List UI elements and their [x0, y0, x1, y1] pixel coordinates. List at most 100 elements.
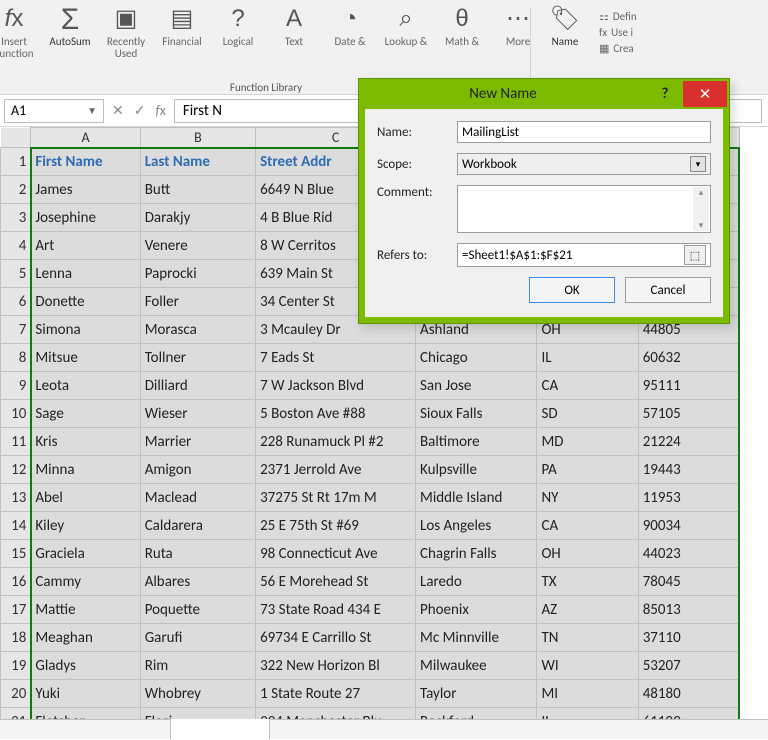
row-header[interactable]: 6: [1, 288, 31, 316]
cell[interactable]: Art: [31, 232, 140, 260]
cell[interactable]: 69734 E Carrillo St: [256, 624, 416, 652]
date-time-button[interactable]: ◔ Date &: [325, 4, 375, 48]
cell[interactable]: Rim: [140, 652, 255, 680]
cell[interactable]: 44023: [638, 540, 739, 568]
cell[interactable]: Chagrin Falls: [416, 540, 537, 568]
cell[interactable]: Taylor: [416, 680, 537, 708]
cell[interactable]: 53207: [638, 652, 739, 680]
cell[interactable]: Mattie: [31, 596, 140, 624]
refers-to-input[interactable]: =Sheet1!$A$1:$F$21: [462, 248, 680, 263]
row-header[interactable]: 13: [1, 484, 31, 512]
row-header[interactable]: 16: [1, 568, 31, 596]
cell[interactable]: Gladys: [31, 652, 140, 680]
row-header[interactable]: 9: [1, 372, 31, 400]
autosum-button[interactable]: Σ AutoSum: [45, 4, 95, 48]
cell[interactable]: 7 W Jackson Blvd: [256, 372, 416, 400]
cell[interactable]: Baltimore: [416, 428, 537, 456]
column-header[interactable]: A: [31, 128, 140, 148]
cell[interactable]: 60632: [638, 344, 739, 372]
create-from-selection-link[interactable]: ▦Crea: [599, 42, 637, 55]
cell[interactable]: 228 Runamuck Pl #2: [256, 428, 416, 456]
cell[interactable]: SD: [537, 400, 638, 428]
help-button[interactable]: ?: [647, 85, 683, 103]
column-header[interactable]: B: [140, 128, 255, 148]
cell[interactable]: Morasca: [140, 316, 255, 344]
row-header[interactable]: 15: [1, 540, 31, 568]
row-header[interactable]: 4: [1, 232, 31, 260]
cell[interactable]: Yuki: [31, 680, 140, 708]
cell[interactable]: NY: [537, 484, 638, 512]
cell[interactable]: Abel: [31, 484, 140, 512]
cell[interactable]: Whobrey: [140, 680, 255, 708]
cell[interactable]: Mc Minnville: [416, 624, 537, 652]
select-all-corner[interactable]: [1, 128, 31, 148]
cell[interactable]: MI: [537, 680, 638, 708]
cell[interactable]: Mitsue: [31, 344, 140, 372]
cell[interactable]: 5 Boston Ave #88: [256, 400, 416, 428]
cell[interactable]: Josephine: [31, 204, 140, 232]
cell[interactable]: CA: [537, 372, 638, 400]
sheet-tab[interactable]: [170, 719, 270, 739]
row-header[interactable]: 20: [1, 680, 31, 708]
dialog-titlebar[interactable]: New Name ? ✕: [359, 79, 729, 109]
row-header[interactable]: 19: [1, 652, 31, 680]
cell[interactable]: Darakjy: [140, 204, 255, 232]
cell[interactable]: 78045: [638, 568, 739, 596]
cell[interactable]: Sage: [31, 400, 140, 428]
cell[interactable]: James: [31, 176, 140, 204]
cell[interactable]: 56 E Morehead St: [256, 568, 416, 596]
define-name-link[interactable]: ⚏Defin: [599, 10, 637, 23]
cell[interactable]: 1 State Route 27: [256, 680, 416, 708]
cell[interactable]: Wieser: [140, 400, 255, 428]
row-header[interactable]: 3: [1, 204, 31, 232]
cell[interactable]: Dilliard: [140, 372, 255, 400]
chevron-down-icon[interactable]: ▼: [87, 104, 97, 117]
cell[interactable]: 322 New Horizon Bl: [256, 652, 416, 680]
fx-icon[interactable]: fx: [155, 102, 165, 119]
cell[interactable]: Graciela: [31, 540, 140, 568]
row-header[interactable]: 12: [1, 456, 31, 484]
recently-used-button[interactable]: ▣ Recently Used: [101, 4, 151, 60]
cell[interactable]: OH: [537, 540, 638, 568]
cell[interactable]: 73 State Road 434 E: [256, 596, 416, 624]
financial-button[interactable]: ▤ Financial: [157, 4, 207, 48]
scope-select[interactable]: Workbook ▾: [457, 153, 711, 175]
row-header[interactable]: 11: [1, 428, 31, 456]
range-picker-icon[interactable]: ⬚: [684, 245, 706, 265]
cell[interactable]: Chicago: [416, 344, 537, 372]
cell[interactable]: WI: [537, 652, 638, 680]
chevron-down-icon[interactable]: ▾: [690, 156, 706, 172]
cell[interactable]: 19443: [638, 456, 739, 484]
cell[interactable]: CA: [537, 512, 638, 540]
cell[interactable]: Butt: [140, 176, 255, 204]
row-header[interactable]: 2: [1, 176, 31, 204]
cell[interactable]: San Jose: [416, 372, 537, 400]
cell[interactable]: Sioux Falls: [416, 400, 537, 428]
cell[interactable]: Ruta: [140, 540, 255, 568]
name-input[interactable]: [457, 121, 711, 143]
cell[interactable]: Kris: [31, 428, 140, 456]
cell[interactable]: Kiley: [31, 512, 140, 540]
cell[interactable]: Meaghan: [31, 624, 140, 652]
cell[interactable]: 90034: [638, 512, 739, 540]
cell[interactable]: TX: [537, 568, 638, 596]
cell[interactable]: Poquette: [140, 596, 255, 624]
cell[interactable]: 98 Connecticut Ave: [256, 540, 416, 568]
cell[interactable]: Last Name: [140, 148, 255, 176]
cell[interactable]: 48180: [638, 680, 739, 708]
logical-button[interactable]: ? Logical: [213, 4, 263, 48]
use-in-formula-link[interactable]: fxUse i: [599, 26, 637, 39]
cell[interactable]: 11953: [638, 484, 739, 512]
cancel-button[interactable]: Cancel: [625, 277, 711, 303]
cell[interactable]: Simona: [31, 316, 140, 344]
cell[interactable]: Kulpsville: [416, 456, 537, 484]
cell[interactable]: Tollner: [140, 344, 255, 372]
cell[interactable]: Milwaukee: [416, 652, 537, 680]
cell[interactable]: Albares: [140, 568, 255, 596]
row-header[interactable]: 18: [1, 624, 31, 652]
cell[interactable]: Minna: [31, 456, 140, 484]
lookup-button[interactable]: ⌕ Lookup &: [381, 4, 431, 48]
cell[interactable]: Marrier: [140, 428, 255, 456]
enter-entry-icon[interactable]: ✓: [134, 102, 146, 119]
cell[interactable]: 37110: [638, 624, 739, 652]
